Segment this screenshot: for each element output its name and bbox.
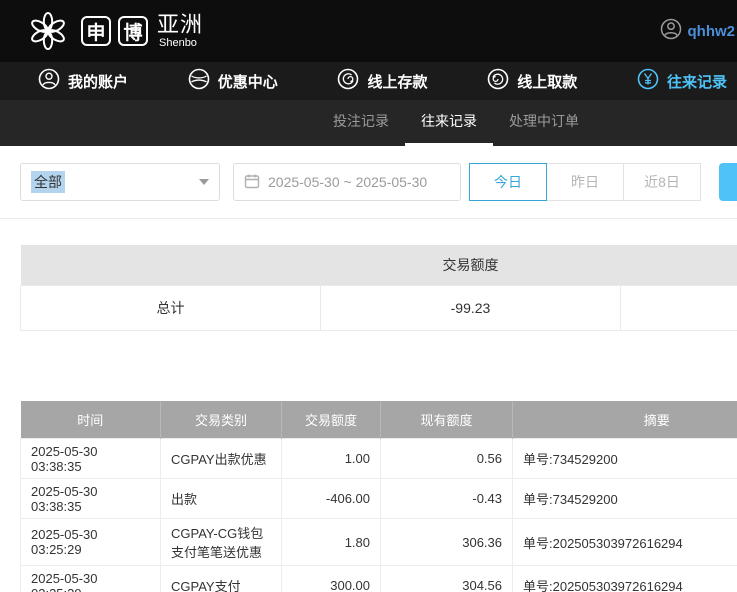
query-button-partial[interactable] [719, 163, 737, 201]
table-row: 2025-05-30 03:38:35 CGPAY出款优惠 1.00 0.56 … [21, 439, 737, 479]
cell-balance: 0.56 [381, 439, 513, 479]
filter-row: 全部 2025-05-30 ~ 2025-05-30 今日 昨日 近8日 [20, 162, 717, 202]
withdraw-coin-icon [487, 68, 509, 94]
date-range-picker[interactable]: 2025-05-30 ~ 2025-05-30 [233, 163, 461, 201]
cell-type: CGPAY出款优惠 [161, 439, 282, 479]
user-avatar-icon [660, 18, 682, 45]
summary-header-amount: 交易额度 [321, 245, 621, 285]
cell-type: CGPAY-CG钱包支付笔笔送优惠 [161, 519, 282, 566]
nav-item-my-account[interactable]: 我的账户 [38, 68, 128, 94]
summary-total-empty [621, 285, 737, 330]
cell-time: 2025-05-30 03:38:35 [21, 439, 161, 479]
tab-transaction-records[interactable]: 往来记录 [405, 100, 493, 146]
summary-header-empty [21, 245, 321, 285]
col-header-summary: 摘要 [513, 401, 737, 439]
quick-date-buttons: 今日 昨日 近8日 [470, 163, 701, 201]
username-text: qhhw2 [688, 23, 736, 40]
account-person-icon [38, 68, 60, 94]
cell-type: 出款 [161, 479, 282, 519]
category-select[interactable]: 全部 [20, 163, 220, 201]
col-header-balance: 现有额度 [381, 401, 513, 439]
cell-time: 2025-05-30 03:38:35 [21, 479, 161, 519]
summary-header-row: 交易额度 [21, 245, 737, 285]
date-range-value: 2025-05-30 ~ 2025-05-30 [268, 174, 427, 190]
table-row: 2025-05-30 03:25:29 CGPAY支付 300.00 304.5… [21, 566, 737, 592]
flower-logo-icon [26, 9, 70, 53]
cell-summary: 单号:202505303972616294 [513, 566, 737, 592]
cell-balance: 304.56 [381, 566, 513, 592]
cell-balance: 306.36 [381, 519, 513, 566]
logo-char-shen: 申 [81, 16, 111, 46]
cell-summary: 单号:202505303972616294 [513, 519, 737, 566]
cell-time: 2025-05-30 03:25:29 [21, 566, 161, 592]
transactions-header-row: 时间 交易类别 交易额度 现有额度 摘要 [21, 401, 737, 439]
category-selected-value: 全部 [31, 171, 65, 193]
col-header-time: 时间 [21, 401, 161, 439]
brand-name-en: Shenbo [159, 37, 203, 49]
cell-amount: -406.00 [282, 479, 381, 519]
cell-type: CGPAY支付 [161, 566, 282, 592]
top-header: 申 博 亚洲 Shenbo qhhw2 [0, 0, 737, 62]
deposit-coin-icon [337, 68, 359, 94]
logo-char-bo: 博 [118, 16, 148, 46]
brand-name-cn: 亚洲 [157, 13, 203, 36]
summary-total-value: -99.23 [321, 285, 621, 330]
main-navigation: 我的账户 优惠中心 线上存款 线上取款 [0, 62, 737, 100]
promo-globe-icon [188, 68, 210, 94]
summary-table: 交易额度 总计 -99.23 [20, 245, 737, 331]
cell-summary: 单号:734529200 [513, 479, 737, 519]
nav-item-withdraw[interactable]: 线上取款 [487, 68, 577, 94]
summary-header-empty-2 [621, 245, 737, 285]
chevron-down-icon [199, 179, 209, 185]
transactions-table: 时间 交易类别 交易额度 现有额度 摘要 2025-05-30 03:38:35… [20, 401, 737, 592]
content-area: 全部 2025-05-30 ~ 2025-05-30 今日 昨日 近8日 [0, 146, 737, 592]
last-8-days-button[interactable]: 近8日 [623, 163, 701, 201]
yesterday-button[interactable]: 昨日 [546, 163, 624, 201]
section-divider [0, 218, 737, 219]
cell-time: 2025-05-30 03:25:29 [21, 519, 161, 566]
calendar-icon [244, 173, 260, 192]
brand-logo: 申 博 亚洲 Shenbo [26, 9, 203, 53]
cell-balance: -0.43 [381, 479, 513, 519]
nav-item-promotions[interactable]: 优惠中心 [188, 68, 278, 94]
tab-processing-orders[interactable]: 处理中订单 [493, 100, 595, 146]
cell-amount: 1.80 [282, 519, 381, 566]
col-header-type: 交易类别 [161, 401, 282, 439]
summary-total-label: 总计 [21, 285, 321, 330]
records-yen-icon [637, 68, 659, 94]
today-button[interactable]: 今日 [469, 163, 547, 201]
col-header-amount: 交易额度 [282, 401, 381, 439]
records-tab-bar: 投注记录 往来记录 处理中订单 [0, 100, 737, 146]
table-row: 2025-05-30 03:25:29 CGPAY-CG钱包支付笔笔送优惠 1.… [21, 519, 737, 566]
nav-item-records[interactable]: 往来记录 [637, 68, 727, 94]
account-menu[interactable]: qhhw2 [660, 18, 736, 45]
tab-betting-records[interactable]: 投注记录 [317, 100, 405, 146]
cell-amount: 1.00 [282, 439, 381, 479]
summary-total-row: 总计 -99.23 [21, 285, 737, 330]
nav-item-deposit[interactable]: 线上存款 [337, 68, 427, 94]
cell-summary: 单号:734529200 [513, 439, 737, 479]
table-row: 2025-05-30 03:38:35 出款 -406.00 -0.43 单号:… [21, 479, 737, 519]
cell-amount: 300.00 [282, 566, 381, 592]
